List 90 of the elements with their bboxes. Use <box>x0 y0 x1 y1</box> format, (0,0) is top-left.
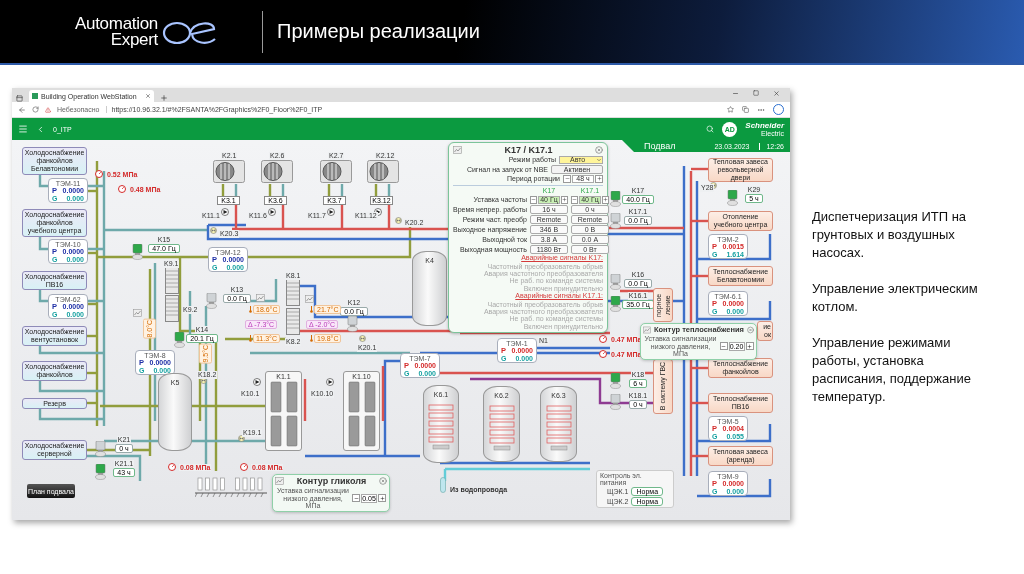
pressure-gauge-icon <box>168 463 176 471</box>
reload-icon[interactable] <box>32 106 39 113</box>
thermometer-icon <box>249 306 252 313</box>
minus-button[interactable] <box>719 342 728 351</box>
brand-logo-text: Schneider <box>745 121 784 130</box>
plus-icon <box>602 197 608 203</box>
pressure-gauge-icon <box>240 463 248 471</box>
circulator-pump-icon <box>326 378 334 386</box>
valve-icon <box>210 227 217 234</box>
ground-probe-drawing <box>195 476 267 498</box>
valve-icon <box>395 217 402 224</box>
maximize-icon[interactable] <box>753 90 759 96</box>
tube-bank-icon <box>268 380 299 448</box>
heat-exchanger-drawing <box>165 295 179 322</box>
heating-coil-icon <box>544 402 573 452</box>
close-icon[interactable] <box>773 90 780 97</box>
valve-icon <box>359 335 366 342</box>
popup-title: K17 / K17.1 <box>503 145 554 155</box>
thermometer-icon <box>310 335 313 342</box>
minus-icon <box>721 343 726 349</box>
plus-icon <box>561 197 567 203</box>
outdoor-unit-drawing <box>367 160 399 183</box>
plus-icon <box>596 176 602 182</box>
heating-coil-icon <box>487 402 516 452</box>
search-icon[interactable] <box>706 125 715 133</box>
plus-button[interactable] <box>595 174 603 183</box>
back-icon[interactable] <box>18 105 26 114</box>
minus-icon <box>564 176 570 182</box>
plus-button[interactable] <box>378 494 386 503</box>
circulator-pump-icon <box>221 208 229 216</box>
description-paragraph: Управление режимами работы, установка расписания, поддержание температур. <box>812 333 972 406</box>
heating-coil-icon <box>427 401 455 451</box>
valve-icon <box>238 435 245 442</box>
floor-name: Подвал <box>644 141 676 151</box>
minus-icon <box>353 495 359 501</box>
minus-button[interactable] <box>563 174 571 183</box>
description-paragraph: Управление электрическим котлом. <box>812 279 979 316</box>
circulator-pump-icon <box>327 208 335 216</box>
plus-icon <box>379 495 385 501</box>
chart-icon[interactable] <box>305 295 314 303</box>
water-inlet-icon <box>440 477 446 493</box>
menu-icon[interactable] <box>18 124 28 134</box>
minimize-icon[interactable] <box>732 90 739 97</box>
logo-text: Automation <box>75 15 158 32</box>
description-paragraph: Диспетчеризация ИТП на грунтовых и воздушных насосах. <box>812 208 968 262</box>
heat-exchanger-drawing <box>286 308 300 335</box>
plus-button[interactable] <box>601 195 609 204</box>
outdoor-unit-drawing <box>213 160 245 183</box>
thermometer-icon <box>249 335 252 342</box>
outdoor-unit-drawing <box>320 160 352 183</box>
chart-icon[interactable] <box>256 294 265 302</box>
panel-title: Контур гликоля <box>295 476 368 486</box>
back-icon[interactable] <box>36 124 45 134</box>
chart-icon[interactable] <box>133 309 142 317</box>
close-icon[interactable] <box>747 325 754 334</box>
collections-icon[interactable] <box>742 106 749 113</box>
favicon-icon <box>32 93 38 99</box>
minus-button[interactable] <box>352 494 360 503</box>
minus-icon <box>571 197 577 203</box>
plus-button[interactable] <box>560 195 568 204</box>
outdoor-unit-drawing <box>261 160 293 183</box>
circulator-pump-icon <box>253 378 261 386</box>
minus-button[interactable] <box>570 195 578 204</box>
valve-icon <box>200 377 207 384</box>
close-icon[interactable] <box>145 93 151 99</box>
pressure-gauge-icon <box>599 350 607 358</box>
close-icon[interactable] <box>379 477 387 485</box>
pressure-gauge-icon <box>118 185 126 193</box>
chart-icon[interactable] <box>643 325 651 334</box>
new-tab-icon[interactable] <box>160 94 168 102</box>
chart-icon[interactable] <box>275 477 284 485</box>
warning-icon <box>45 106 51 113</box>
thermometer-icon <box>310 306 313 313</box>
tube-bank-icon <box>346 380 377 448</box>
favorite-icon[interactable] <box>727 106 734 113</box>
logo-text: Expert <box>110 31 158 48</box>
pressure-gauge-icon <box>599 335 607 343</box>
plus-icon <box>747 343 752 349</box>
heat-exchanger-drawing <box>286 279 300 306</box>
minus-button[interactable] <box>529 195 537 204</box>
close-icon[interactable] <box>595 146 603 154</box>
plus-button[interactable] <box>745 342 754 351</box>
chart-icon[interactable] <box>453 146 462 154</box>
caret-icon <box>596 156 602 163</box>
pressure-gauge-icon <box>95 170 103 178</box>
heat-exchanger-drawing <box>165 267 179 294</box>
tab-actions-icon[interactable] <box>16 95 23 102</box>
slide-title: Примеры реализации <box>277 20 480 43</box>
circulator-pump-icon <box>268 208 276 216</box>
minus-icon <box>530 197 536 203</box>
